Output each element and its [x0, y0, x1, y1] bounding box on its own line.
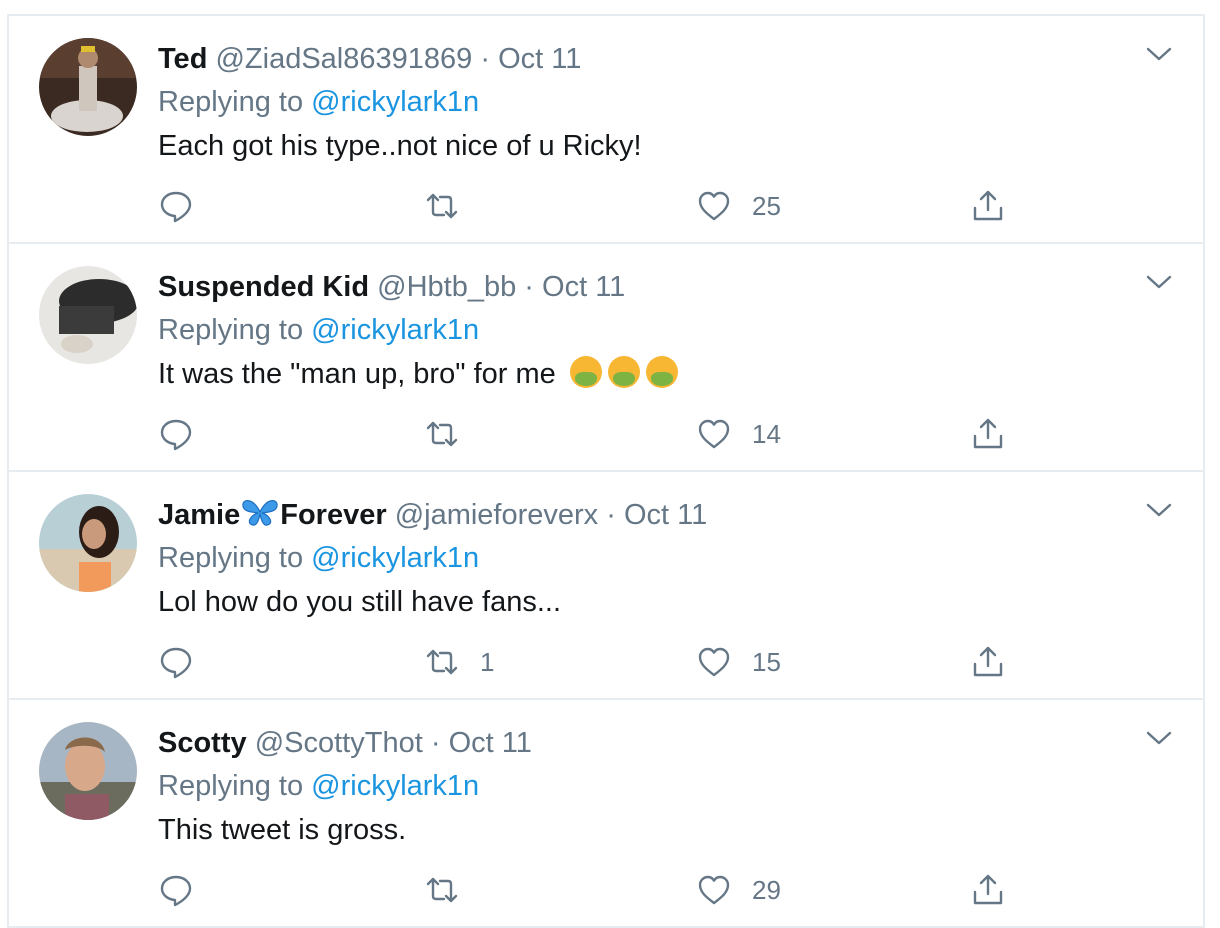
- separator-dot: ·: [480, 43, 490, 75]
- retweet-button[interactable]: [424, 184, 480, 228]
- share-button[interactable]: [970, 412, 1006, 456]
- tweet[interactable]: Scotty @ScottyThot · Oct 11 Replying to …: [9, 700, 1203, 928]
- mention-link[interactable]: @rickylark1n: [311, 770, 479, 802]
- mention-link[interactable]: @rickylark1n: [311, 314, 479, 346]
- retweet-icon: [426, 421, 458, 447]
- display-name-part2: Forever: [280, 499, 387, 531]
- tweet-text-line: It was the "man up, bro" for me: [158, 354, 1183, 394]
- tweet-header: Jamie Forever @jamieforeverx · Oct 11: [158, 496, 1183, 534]
- mention-link[interactable]: @rickylark1n: [311, 542, 479, 574]
- like-button[interactable]: 14: [696, 412, 781, 456]
- tweet-header: Ted @ZiadSal86391869 · Oct 11: [158, 40, 1183, 78]
- tweet-actions: 1 15: [158, 640, 1058, 684]
- like-count: 15: [752, 646, 781, 677]
- replying-to-label: Replying to: [158, 86, 304, 118]
- retweet-button[interactable]: [424, 868, 480, 912]
- like-count: 14: [752, 418, 781, 449]
- reply-button[interactable]: [158, 412, 214, 456]
- share-icon: [973, 646, 1003, 677]
- user-handle[interactable]: @ScottyThot: [255, 727, 423, 759]
- retweet-icon: [426, 877, 458, 903]
- chevron-down-icon[interactable]: [1145, 500, 1173, 520]
- chevron-down-icon[interactable]: [1145, 728, 1173, 748]
- like-button[interactable]: 15: [696, 640, 781, 684]
- tweet-text: Lol how do you still have fans...: [158, 586, 562, 618]
- display-name[interactable]: Ted: [158, 43, 207, 75]
- replying-to-label: Replying to: [158, 542, 304, 574]
- share-icon: [973, 190, 1003, 221]
- separator-dot: ·: [430, 727, 441, 759]
- tweet-actions: 25: [158, 184, 1058, 228]
- tweet-date[interactable]: Oct 11: [498, 43, 581, 75]
- share-icon: [973, 874, 1003, 905]
- avatar[interactable]: [39, 722, 137, 820]
- display-name[interactable]: Jamie Forever: [158, 499, 387, 531]
- heart-icon: [698, 419, 730, 449]
- tweet-actions: 14: [158, 412, 1058, 456]
- like-count: 25: [752, 190, 781, 221]
- reply-button[interactable]: [158, 640, 214, 684]
- replying-to-line: Replying to @rickylark1n: [158, 310, 1183, 350]
- share-button[interactable]: [970, 640, 1006, 684]
- replying-to-line: Replying to @rickylark1n: [158, 766, 1183, 806]
- butterfly-icon: [242, 500, 278, 526]
- nauseated-face-emoji: [569, 356, 602, 388]
- tweet-text: This tweet is gross.: [158, 814, 407, 846]
- chevron-down-icon[interactable]: [1145, 272, 1173, 292]
- tweet-text: Each got his type..not nice of u Ricky!: [158, 130, 642, 162]
- tweet[interactable]: Suspended Kid @Hbtb_bb · Oct 11 Replying…: [9, 244, 1203, 472]
- retweet-icon: [426, 193, 458, 219]
- tweet-header: Suspended Kid @Hbtb_bb · Oct 11: [158, 268, 1183, 306]
- share-icon: [973, 418, 1003, 449]
- replying-to-line: Replying to @rickylark1n: [158, 82, 1183, 122]
- nauseated-face-emoji: [645, 356, 678, 388]
- retweet-count: 1: [480, 646, 495, 677]
- heart-icon: [698, 647, 730, 677]
- retweet-button[interactable]: 1: [424, 640, 494, 684]
- user-handle[interactable]: @ZiadSal86391869: [215, 43, 472, 75]
- reply-button[interactable]: [158, 184, 214, 228]
- replying-to-label: Replying to: [158, 770, 304, 802]
- avatar[interactable]: [39, 266, 137, 364]
- reply-icon: [160, 191, 192, 223]
- tweet-date[interactable]: Oct 11: [542, 271, 625, 303]
- separator-dot: ·: [524, 271, 534, 303]
- display-name[interactable]: Suspended Kid: [158, 271, 369, 303]
- retweet-button[interactable]: [424, 412, 480, 456]
- tweet-actions: 29: [158, 868, 1058, 912]
- share-button[interactable]: [970, 868, 1006, 912]
- heart-icon: [698, 191, 730, 221]
- like-button[interactable]: 29: [696, 868, 781, 912]
- user-handle[interactable]: @jamieforeverx: [395, 499, 599, 531]
- share-button[interactable]: [970, 184, 1006, 228]
- reply-button[interactable]: [158, 868, 214, 912]
- replying-to-label: Replying to: [158, 314, 304, 346]
- tweet[interactable]: Ted @ZiadSal86391869 · Oct 11 Replying t…: [9, 16, 1203, 244]
- like-count: 29: [752, 874, 781, 905]
- separator-dot: ·: [606, 499, 616, 531]
- display-name[interactable]: Scotty: [158, 727, 247, 759]
- reply-icon: [160, 647, 192, 679]
- display-name-part1: Jamie: [158, 499, 241, 531]
- avatar[interactable]: [39, 38, 137, 136]
- reply-icon: [160, 419, 192, 451]
- tweet-header: Scotty @ScottyThot · Oct 11: [158, 724, 1183, 762]
- user-handle[interactable]: @Hbtb_bb: [377, 271, 516, 303]
- avatar[interactable]: [39, 494, 137, 592]
- replying-to-line: Replying to @rickylark1n: [158, 538, 1183, 578]
- retweet-icon: [426, 649, 458, 675]
- tweet-text: It was the "man up, bro" for me: [158, 358, 556, 390]
- like-button[interactable]: 25: [696, 184, 781, 228]
- mention-link[interactable]: @rickylark1n: [311, 86, 479, 118]
- nauseated-face-emoji: [607, 356, 640, 388]
- reply-icon: [160, 875, 192, 907]
- reply-feed: Ted @ZiadSal86391869 · Oct 11 Replying t…: [7, 14, 1205, 928]
- tweet-date[interactable]: Oct 11: [449, 727, 532, 759]
- heart-icon: [698, 875, 730, 905]
- chevron-down-icon[interactable]: [1145, 44, 1173, 64]
- tweet[interactable]: Jamie Forever @jamieforeverx · Oct 11 Rep…: [9, 472, 1203, 700]
- tweet-date[interactable]: Oct 11: [624, 499, 707, 531]
